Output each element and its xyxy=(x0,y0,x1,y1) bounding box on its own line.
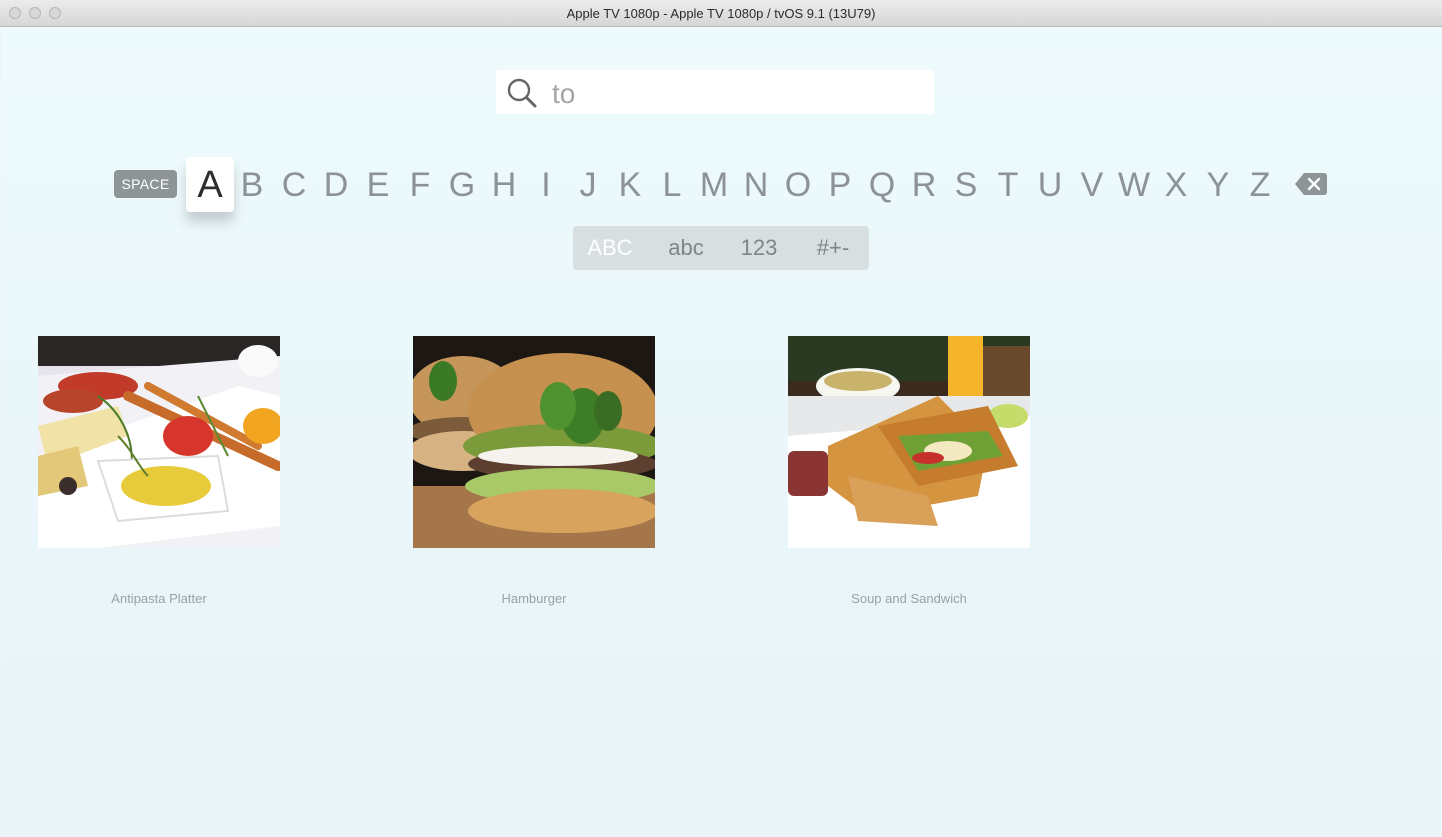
window-titlebar: Apple TV 1080p - Apple TV 1080p / tvOS 9… xyxy=(0,0,1442,27)
mode-symbols[interactable]: #+- xyxy=(802,226,864,270)
key-m[interactable]: M xyxy=(693,163,735,207)
search-icon xyxy=(507,78,537,108)
key-g[interactable]: G xyxy=(441,163,483,207)
window-title: Apple TV 1080p - Apple TV 1080p / tvOS 9… xyxy=(566,6,876,21)
key-w[interactable]: W xyxy=(1113,163,1155,207)
tv-screen: to SPACE A B C D E F G H I J K L M N O P… xyxy=(1,27,1441,835)
search-field[interactable]: to xyxy=(496,70,934,114)
key-c[interactable]: C xyxy=(273,163,315,207)
key-u[interactable]: U xyxy=(1029,163,1071,207)
search-query-text: to xyxy=(552,78,576,109)
mode-uppercase[interactable]: ABC xyxy=(579,226,641,270)
key-f[interactable]: F xyxy=(399,163,441,207)
key-i[interactable]: I xyxy=(525,163,567,207)
soup-and-sandwich-photo[interactable] xyxy=(788,336,1030,548)
key-z[interactable]: Z xyxy=(1239,163,1281,207)
hamburger-photo[interactable] xyxy=(413,336,655,548)
key-l[interactable]: L xyxy=(651,163,693,207)
result-title: Antipasta Platter xyxy=(111,591,207,606)
key-y[interactable]: Y xyxy=(1197,163,1239,207)
delete-backward-icon[interactable] xyxy=(1294,172,1328,196)
keyboard-row: SPACE A B C D E F G H I J K L M N O P Q … xyxy=(114,157,1344,217)
result-title: Soup and Sandwich xyxy=(851,591,967,606)
key-o[interactable]: O xyxy=(777,163,819,207)
key-b[interactable]: B xyxy=(231,163,273,207)
key-e[interactable]: E xyxy=(357,163,399,207)
key-k[interactable]: K xyxy=(609,163,651,207)
mode-numbers[interactable]: 123 xyxy=(728,226,790,270)
key-n[interactable]: N xyxy=(735,163,777,207)
keyboard-mode-selector: ABC abc 123 #+- xyxy=(573,226,869,270)
key-p[interactable]: P xyxy=(819,163,861,207)
mode-lowercase[interactable]: abc xyxy=(655,226,717,270)
key-x[interactable]: X xyxy=(1155,163,1197,207)
result-title: Hamburger xyxy=(501,591,567,606)
key-a[interactable]: A xyxy=(186,157,234,212)
key-q[interactable]: Q xyxy=(861,163,903,207)
key-h[interactable]: H xyxy=(483,163,525,207)
key-j[interactable]: J xyxy=(567,163,609,207)
key-s[interactable]: S xyxy=(945,163,987,207)
key-r[interactable]: R xyxy=(903,163,945,207)
space-key[interactable]: SPACE xyxy=(114,170,177,198)
key-v[interactable]: V xyxy=(1071,163,1113,207)
antipasta-platter-photo[interactable] xyxy=(38,336,280,548)
key-t[interactable]: T xyxy=(987,163,1029,207)
key-d[interactable]: D xyxy=(315,163,357,207)
